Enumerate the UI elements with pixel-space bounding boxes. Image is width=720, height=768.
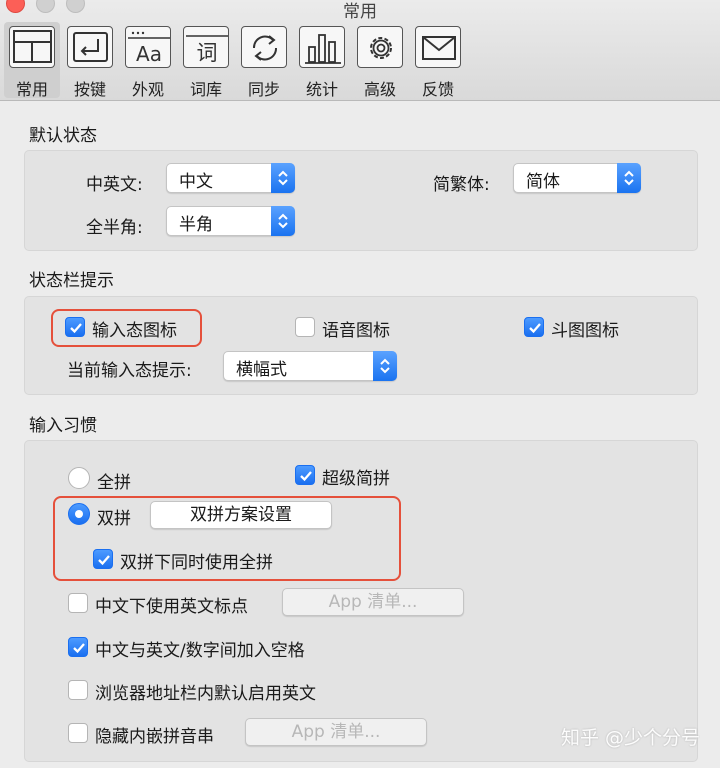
simp-trad-select-value: 简体	[526, 172, 560, 192]
tab-advanced[interactable]: 高级	[352, 22, 408, 99]
dictionary-icon: 词	[183, 26, 229, 68]
hint-select-value: 横幅式	[236, 360, 287, 380]
super-jianpin-checkbox[interactable]	[295, 465, 315, 485]
hide-inline-label[interactable]: 隐藏内嵌拼音串	[95, 722, 214, 747]
chevron-updown-icon	[373, 351, 397, 381]
chevron-updown-icon	[271, 163, 295, 193]
zh-en-select[interactable]: 中文	[166, 163, 295, 193]
space-between-checkbox[interactable]	[68, 637, 88, 657]
full-pinyin-label[interactable]: 全拼	[97, 468, 131, 493]
hint-label: 当前输入态提示:	[67, 361, 192, 381]
section-habits-title: 输入习惯	[29, 416, 97, 436]
tab-sync[interactable]: 同步	[236, 22, 292, 99]
tab-feedback[interactable]: 反馈	[410, 22, 466, 99]
watermark-text: 知乎 @少个分号	[560, 727, 700, 749]
checkmark-icon	[529, 323, 541, 334]
checkmark-icon	[70, 323, 82, 334]
hide-inline-checkbox[interactable]	[68, 723, 88, 743]
hide-inline-app-list-button[interactable]: App 清单...	[245, 718, 427, 746]
habits-panel: 全拼 超级简拼 双拼 双拼方案设置 双拼下同时使用全拼 中文下使用英文标点 Ap…	[24, 440, 698, 762]
tab-stats[interactable]: 统计	[294, 22, 350, 99]
checkmark-icon	[98, 555, 110, 566]
tab-feedback-label: 反馈	[421, 80, 454, 99]
tab-appearance-label: 外观	[131, 80, 164, 99]
shuangpin-settings-button[interactable]: 双拼方案设置	[150, 501, 332, 529]
tab-general[interactable]: 常用	[4, 22, 60, 99]
section-statusbar-title: 状态栏提示	[29, 271, 114, 291]
font-aa-icon: Aa	[125, 26, 171, 68]
width-select-value: 半角	[179, 215, 213, 235]
shuangpin-with-full-label[interactable]: 双拼下同时使用全拼	[120, 548, 273, 573]
zh-en-label: 中英文:	[86, 175, 143, 195]
en-punct-label[interactable]: 中文下使用英文标点	[95, 592, 248, 617]
tab-keys-label: 按键	[73, 80, 106, 99]
tab-sync-label: 同步	[247, 80, 280, 99]
svg-text:词: 词	[197, 41, 218, 65]
keyboard-return-icon	[67, 26, 113, 68]
gear-icon	[357, 26, 403, 68]
voice-icon-label[interactable]: 语音图标	[322, 316, 390, 341]
section-default-state-title: 默认状态	[29, 126, 97, 146]
tab-dictionary[interactable]: 词 词库	[178, 22, 234, 99]
tab-general-label: 常用	[15, 80, 48, 99]
shuangpin-label[interactable]: 双拼	[97, 504, 131, 529]
chevron-updown-icon	[271, 206, 295, 236]
en-punct-checkbox[interactable]	[68, 593, 88, 613]
default-state-panel: 中英文: 中文 简繁体: 简体 全半角: 半角	[24, 150, 698, 251]
shuangpin-with-full-checkbox[interactable]	[93, 549, 113, 569]
window-titlebar: 常用 常用 按键 Aa 外观 词 词库 同步 统计 高级 反馈	[0, 0, 720, 101]
browser-en-checkbox[interactable]	[68, 680, 88, 700]
hint-select[interactable]: 横幅式	[223, 351, 397, 381]
en-punct-app-list-button[interactable]: App 清单...	[282, 588, 464, 616]
width-label: 全半角:	[86, 218, 143, 238]
voice-icon-checkbox[interactable]	[295, 317, 315, 337]
tab-stats-label: 统计	[305, 80, 338, 99]
width-select[interactable]: 半角	[166, 206, 295, 236]
envelope-icon	[415, 26, 461, 68]
super-jianpin-label[interactable]: 超级简拼	[322, 464, 390, 489]
meme-icon-label[interactable]: 斗图图标	[551, 316, 619, 341]
meme-icon-checkbox[interactable]	[524, 317, 544, 337]
tab-advanced-label: 高级	[363, 80, 396, 99]
statusbar-panel: 输入态图标 语音图标 斗图图标 当前输入态提示: 横幅式	[24, 296, 698, 395]
tab-appearance[interactable]: Aa 外观	[120, 22, 176, 99]
full-pinyin-radio[interactable]	[68, 467, 90, 489]
shuangpin-radio[interactable]	[68, 503, 90, 525]
checkmark-icon	[73, 643, 85, 654]
space-between-label[interactable]: 中文与英文/数字间加入空格	[95, 636, 305, 661]
simp-trad-select[interactable]: 简体	[513, 163, 641, 193]
layout-icon	[9, 26, 55, 68]
browser-en-label[interactable]: 浏览器地址栏内默认启用英文	[95, 679, 316, 704]
input-state-icon-checkbox[interactable]	[65, 317, 85, 337]
window-title: 常用	[343, 2, 377, 22]
input-state-icon-label[interactable]: 输入态图标	[92, 316, 177, 341]
sync-icon	[241, 26, 287, 68]
bar-chart-icon	[299, 26, 345, 68]
zh-en-select-value: 中文	[179, 172, 213, 192]
tab-keys[interactable]: 按键	[62, 22, 118, 99]
checkmark-icon	[300, 471, 312, 482]
chevron-updown-icon	[617, 163, 641, 193]
svg-text:Aa: Aa	[136, 42, 162, 66]
simp-trad-label: 简繁体:	[433, 175, 490, 195]
tab-dictionary-label: 词库	[189, 80, 222, 99]
